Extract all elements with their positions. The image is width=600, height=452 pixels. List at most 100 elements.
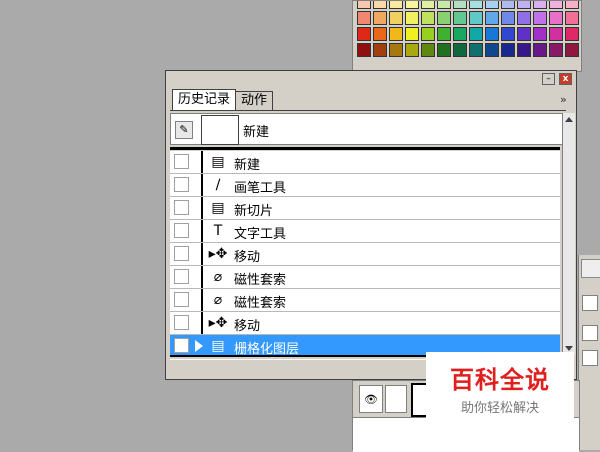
- close-button[interactable]: x: [559, 73, 572, 85]
- color-swatch[interactable]: [517, 43, 531, 57]
- snapshot-label: 新建: [243, 125, 270, 140]
- color-swatch[interactable]: [565, 11, 579, 25]
- layer-link-cell[interactable]: [385, 385, 407, 413]
- color-swatch[interactable]: [501, 11, 515, 25]
- color-swatch[interactable]: [405, 11, 419, 25]
- color-swatch[interactable]: [517, 11, 531, 25]
- color-swatch[interactable]: [437, 43, 451, 57]
- color-swatch[interactable]: [549, 11, 563, 25]
- color-swatch[interactable]: [533, 1, 547, 9]
- snapshot-source-checkbox[interactable]: [174, 223, 189, 238]
- history-step[interactable]: ∕ 画笔工具: [170, 174, 560, 197]
- history-brush-icon[interactable]: ✎: [175, 121, 193, 139]
- panel-control[interactable]: [582, 350, 598, 366]
- color-swatch[interactable]: [437, 11, 451, 25]
- color-swatch[interactable]: [533, 11, 547, 25]
- color-swatch[interactable]: [565, 1, 579, 9]
- snapshot-source-checkbox[interactable]: [174, 292, 189, 307]
- color-swatch[interactable]: [373, 43, 387, 57]
- color-swatch[interactable]: [357, 43, 371, 57]
- color-swatch[interactable]: [485, 43, 499, 57]
- color-swatch[interactable]: [517, 1, 531, 9]
- color-swatch[interactable]: [437, 27, 451, 41]
- snapshot-source-checkbox[interactable]: [174, 269, 189, 284]
- color-swatch[interactable]: [357, 27, 371, 41]
- tab-history[interactable]: 历史记录: [172, 89, 237, 111]
- color-swatch[interactable]: [453, 27, 467, 41]
- history-scrollbar[interactable]: [562, 113, 575, 355]
- color-swatch[interactable]: [549, 27, 563, 41]
- history-step-label: 移动: [234, 319, 261, 334]
- color-swatch[interactable]: [405, 1, 419, 9]
- panel-tab[interactable]: [581, 259, 600, 278]
- color-swatch[interactable]: [485, 11, 499, 25]
- color-swatch[interactable]: [389, 11, 403, 25]
- snapshot-source-checkbox[interactable]: [174, 177, 189, 192]
- snapshot-source-checkbox[interactable]: [174, 200, 189, 215]
- color-swatch[interactable]: [517, 27, 531, 41]
- color-swatch[interactable]: [357, 1, 371, 9]
- color-swatch[interactable]: [501, 1, 515, 9]
- color-swatch[interactable]: [485, 27, 499, 41]
- history-step[interactable]: ▸✥ 移动: [170, 243, 560, 266]
- color-swatch[interactable]: [421, 43, 435, 57]
- color-swatch[interactable]: [421, 27, 435, 41]
- eye-icon[interactable]: 👁: [359, 385, 383, 413]
- color-swatch[interactable]: [405, 27, 419, 41]
- history-step[interactable]: ⌀ 磁性套索: [170, 266, 560, 289]
- color-swatch[interactable]: [549, 1, 563, 9]
- color-swatch[interactable]: [437, 1, 451, 9]
- history-step[interactable]: ▤ 新切片: [170, 197, 560, 220]
- color-swatch[interactable]: [549, 43, 563, 57]
- color-swatch[interactable]: [565, 43, 579, 57]
- color-swatch[interactable]: [389, 1, 403, 9]
- color-swatch[interactable]: [421, 11, 435, 25]
- history-step[interactable]: ▸✥ 移动: [170, 312, 560, 335]
- history-state-slider-icon[interactable]: [195, 340, 203, 352]
- color-swatch[interactable]: [373, 11, 387, 25]
- color-swatch[interactable]: [501, 43, 515, 57]
- panel-titlebar[interactable]: – x: [166, 71, 576, 87]
- color-swatch[interactable]: [581, 43, 582, 57]
- color-swatch[interactable]: [453, 43, 467, 57]
- snapshot-source-checkbox[interactable]: [174, 338, 189, 353]
- color-swatch[interactable]: [469, 1, 483, 9]
- color-swatch[interactable]: [533, 43, 547, 57]
- color-swatch[interactable]: [373, 1, 387, 9]
- color-swatch[interactable]: [469, 11, 483, 25]
- color-swatch[interactable]: [469, 43, 483, 57]
- scroll-down-icon[interactable]: [565, 346, 573, 351]
- color-swatch[interactable]: [533, 27, 547, 41]
- snapshot-source-checkbox[interactable]: [174, 315, 189, 330]
- color-swatch[interactable]: [565, 27, 579, 41]
- minimize-button[interactable]: –: [542, 73, 555, 85]
- color-swatch[interactable]: [421, 1, 435, 9]
- watermark: 百科全说 助你轻松解决: [426, 352, 574, 424]
- color-swatch[interactable]: [581, 0, 582, 9]
- color-swatch[interactable]: [389, 43, 403, 57]
- snapshot-source-checkbox[interactable]: [174, 246, 189, 261]
- panel-menu-icon[interactable]: »: [560, 93, 567, 106]
- color-swatch[interactable]: [373, 27, 387, 41]
- color-swatch[interactable]: [453, 11, 467, 25]
- snapshot-thumbnail: [201, 115, 239, 145]
- color-swatch[interactable]: [453, 1, 467, 9]
- color-swatch[interactable]: [581, 27, 582, 41]
- history-step[interactable]: T 文字工具: [170, 220, 560, 243]
- panel-control[interactable]: [582, 295, 598, 311]
- color-swatch[interactable]: [405, 43, 419, 57]
- color-swatch[interactable]: [581, 11, 582, 25]
- color-swatch[interactable]: [357, 11, 371, 25]
- color-swatch[interactable]: [469, 27, 483, 41]
- panel-control[interactable]: [582, 325, 598, 341]
- scroll-up-icon[interactable]: [565, 117, 573, 122]
- color-swatch[interactable]: [485, 1, 499, 9]
- tab-actions[interactable]: 动作: [235, 91, 274, 111]
- color-swatch[interactable]: [389, 27, 403, 41]
- history-panel: – x 历史记录 动作 » ✎ 新建 ▤ 新建 ∕ 画笔工具 ▤ 新切片 T 文字工具 ▸✥ 移动…: [165, 70, 577, 380]
- snapshot-row[interactable]: ✎ 新建: [170, 113, 564, 145]
- history-step[interactable]: ▤ 新建: [170, 151, 560, 174]
- color-swatch[interactable]: [501, 27, 515, 41]
- snapshot-source-checkbox[interactable]: [174, 154, 189, 169]
- history-step[interactable]: ⌀ 磁性套索: [170, 289, 560, 312]
